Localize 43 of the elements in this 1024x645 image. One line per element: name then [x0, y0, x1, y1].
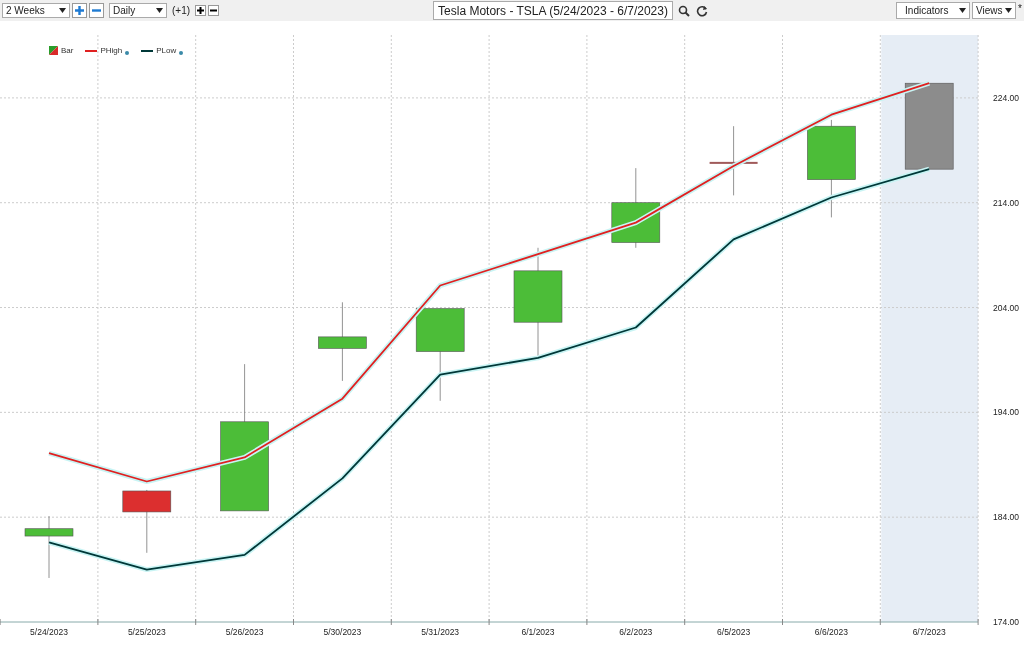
candle-wick — [733, 125, 734, 196]
views-dropdown[interactable]: Views — [972, 2, 1017, 19]
plus-icon — [196, 6, 206, 15]
offset-label: (+1) — [172, 5, 191, 16]
price-label: 204.00 — [993, 302, 1019, 313]
date-label: 6/1/2023 — [521, 627, 555, 637]
date-label: 6/6/2023 — [814, 627, 848, 637]
candle-wick — [48, 515, 50, 579]
price-label: 174.00 — [993, 617, 1019, 627]
symbol-title-field[interactable]: Tesla Motors - TSLA (5/24/2023 - 6/7/2023) — [433, 1, 673, 20]
date-label: 5/30/2023 — [323, 627, 362, 637]
bar-series-icon — [49, 46, 58, 55]
modified-mark: * — [1018, 3, 1022, 14]
dot-icon[interactable] — [125, 51, 130, 55]
caret-icon — [156, 8, 163, 13]
caret-icon — [59, 8, 66, 13]
date-label: 6/2/2023 — [619, 627, 653, 637]
plus-icon — [74, 5, 85, 16]
refresh-icon[interactable] — [695, 4, 708, 17]
interval-dropdown[interactable]: Daily — [109, 3, 167, 18]
date-label: 5/26/2023 — [225, 627, 264, 637]
date-label: 6/5/2023 — [717, 627, 751, 637]
search-icon[interactable] — [677, 4, 690, 17]
date-label: 5/31/2023 — [421, 627, 460, 637]
date-label: 5/25/2023 — [127, 627, 166, 637]
price-label: 184.00 — [993, 512, 1019, 523]
date-label: 5/24/2023 — [30, 627, 68, 637]
increase-button[interactable] — [195, 5, 207, 16]
price-label: 194.00 — [993, 407, 1019, 418]
caret-icon — [959, 8, 967, 13]
zoom-in-button[interactable] — [72, 3, 87, 18]
date-label: 6/7/2023 — [912, 627, 946, 637]
legend-label: PHigh — [100, 46, 123, 55]
legend-label: Bar — [61, 46, 74, 55]
price-label: 224.00 — [993, 92, 1019, 103]
decrease-button[interactable] — [208, 5, 220, 16]
zoom-out-button[interactable] — [89, 3, 104, 18]
caret-icon — [1005, 8, 1013, 13]
dot-icon[interactable] — [179, 51, 184, 55]
indicators-dropdown[interactable]: Indicators — [896, 2, 971, 19]
range-dropdown[interactable]: 2 Weeks — [2, 3, 70, 18]
price-label: 214.00 — [993, 197, 1019, 208]
legend-label: PLow — [156, 46, 177, 55]
